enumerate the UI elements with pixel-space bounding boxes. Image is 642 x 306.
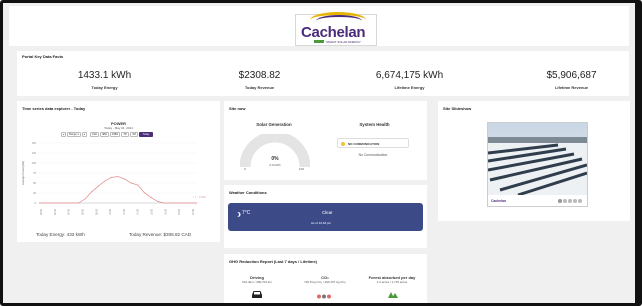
screen-frame [0, 0, 642, 306]
